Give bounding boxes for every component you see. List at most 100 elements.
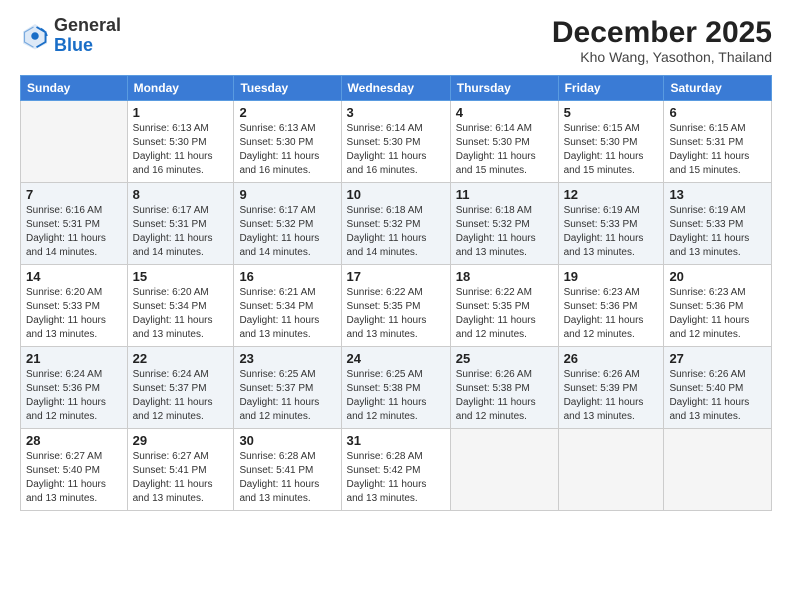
calendar-week-row: 14 Sunrise: 6:20 AMSunset: 5:33 PMDayligh… <box>21 265 772 347</box>
day-number: 29 <box>133 433 229 448</box>
day-info: Sunrise: 6:28 AMSunset: 5:42 PMDaylight:… <box>347 450 445 506</box>
day-number: 9 <box>239 187 335 202</box>
day-number: 23 <box>239 351 335 366</box>
calendar-day-cell: 21 Sunrise: 6:24 AMSunset: 5:36 PMDayligh… <box>21 347 128 429</box>
calendar-table: SundayMondayTuesdayWednesdayThursdayFrid… <box>20 75 772 511</box>
calendar-day-cell: 14 Sunrise: 6:20 AMSunset: 5:33 PMDayligh… <box>21 265 128 347</box>
day-number: 18 <box>456 269 553 284</box>
day-number: 26 <box>564 351 659 366</box>
day-number: 17 <box>347 269 445 284</box>
calendar-header-thursday: Thursday <box>450 76 558 101</box>
day-info: Sunrise: 6:18 AMSunset: 5:32 PMDaylight:… <box>347 204 445 260</box>
calendar-week-row: 1 Sunrise: 6:13 AMSunset: 5:30 PMDaylight… <box>21 101 772 183</box>
day-info: Sunrise: 6:17 AMSunset: 5:31 PMDaylight:… <box>133 204 229 260</box>
calendar-day-cell: 19 Sunrise: 6:23 AMSunset: 5:36 PMDayligh… <box>558 265 664 347</box>
day-info: Sunrise: 6:26 AMSunset: 5:39 PMDaylight:… <box>564 368 659 424</box>
calendar-week-row: 7 Sunrise: 6:16 AMSunset: 5:31 PMDaylight… <box>21 183 772 265</box>
calendar-day-cell: 6Sunrise: 6:15 AMSunset: 5:31 PMDaylight… <box>664 101 772 183</box>
day-number: 5 <box>564 105 659 120</box>
day-number: 8 <box>133 187 229 202</box>
day-number: 16 <box>239 269 335 284</box>
calendar-day-cell <box>664 429 772 511</box>
day-number: 27 <box>669 351 766 366</box>
day-number: 25 <box>456 351 553 366</box>
day-info: Sunrise: 6:16 AMSunset: 5:31 PMDaylight:… <box>26 204 122 260</box>
calendar-day-cell: 9 Sunrise: 6:17 AMSunset: 5:32 PMDaylight… <box>234 183 341 265</box>
calendar-day-cell: 13 Sunrise: 6:19 AMSunset: 5:33 PMDayligh… <box>664 183 772 265</box>
calendar-day-cell: 22 Sunrise: 6:24 AMSunset: 5:37 PMDayligh… <box>127 347 234 429</box>
day-info: Sunrise: 6:22 AMSunset: 5:35 PMDaylight:… <box>347 286 445 342</box>
day-number: 20 <box>669 269 766 284</box>
calendar-day-cell: 3Sunrise: 6:14 AMSunset: 5:30 PMDaylight… <box>341 101 450 183</box>
day-number: 28 <box>26 433 122 448</box>
day-number: 19 <box>564 269 659 284</box>
day-info: Sunrise: 6:13 AMSunset: 5:30 PMDaylight:… <box>133 122 229 178</box>
calendar-day-cell: 11 Sunrise: 6:18 AMSunset: 5:32 PMDayligh… <box>450 183 558 265</box>
logo: General Blue <box>20 16 121 56</box>
calendar-day-cell: 24Sunrise: 6:25 AMSunset: 5:38 PMDayligh… <box>341 347 450 429</box>
day-number: 7 <box>26 187 122 202</box>
calendar-day-cell <box>21 101 128 183</box>
logo-text: General Blue <box>54 16 121 56</box>
day-info: Sunrise: 6:20 AMSunset: 5:34 PMDaylight:… <box>133 286 229 342</box>
calendar-week-row: 21 Sunrise: 6:24 AMSunset: 5:36 PMDayligh… <box>21 347 772 429</box>
day-number: 10 <box>347 187 445 202</box>
day-info: Sunrise: 6:26 AMSunset: 5:38 PMDaylight:… <box>456 368 553 424</box>
calendar-day-cell: 28 Sunrise: 6:27 AMSunset: 5:40 PMDayligh… <box>21 429 128 511</box>
day-info: Sunrise: 6:25 AMSunset: 5:38 PMDaylight:… <box>347 368 445 424</box>
day-info: Sunrise: 6:19 AMSunset: 5:33 PMDaylight:… <box>669 204 766 260</box>
day-info: Sunrise: 6:27 AMSunset: 5:40 PMDaylight:… <box>26 450 122 506</box>
calendar-day-cell: 20 Sunrise: 6:23 AMSunset: 5:36 PMDayligh… <box>664 265 772 347</box>
day-number: 13 <box>669 187 766 202</box>
day-number: 21 <box>26 351 122 366</box>
day-info: Sunrise: 6:18 AMSunset: 5:32 PMDaylight:… <box>456 204 553 260</box>
logo-blue: Blue <box>54 35 93 55</box>
day-number: 2 <box>239 105 335 120</box>
calendar-week-row: 28 Sunrise: 6:27 AMSunset: 5:40 PMDayligh… <box>21 429 772 511</box>
day-info: Sunrise: 6:13 AMSunset: 5:30 PMDaylight:… <box>239 122 335 178</box>
month-year: December 2025 <box>552 16 772 49</box>
day-number: 14 <box>26 269 122 284</box>
day-number: 12 <box>564 187 659 202</box>
day-number: 3 <box>347 105 445 120</box>
title-block: December 2025 Kho Wang, Yasothon, Thaila… <box>552 16 772 65</box>
day-info: Sunrise: 6:24 AMSunset: 5:37 PMDaylight:… <box>133 368 229 424</box>
calendar-day-cell: 31 Sunrise: 6:28 AMSunset: 5:42 PMDayligh… <box>341 429 450 511</box>
calendar-day-cell: 10 Sunrise: 6:18 AMSunset: 5:32 PMDayligh… <box>341 183 450 265</box>
day-info: Sunrise: 6:24 AMSunset: 5:36 PMDaylight:… <box>26 368 122 424</box>
day-info: Sunrise: 6:23 AMSunset: 5:36 PMDaylight:… <box>564 286 659 342</box>
header: General Blue December 2025 Kho Wang, Yas… <box>20 16 772 65</box>
day-info: Sunrise: 6:22 AMSunset: 5:35 PMDaylight:… <box>456 286 553 342</box>
calendar-day-cell: 16 Sunrise: 6:21 AMSunset: 5:34 PMDayligh… <box>234 265 341 347</box>
calendar-day-cell <box>450 429 558 511</box>
logo-icon <box>20 21 50 51</box>
day-number: 1 <box>133 105 229 120</box>
day-number: 11 <box>456 187 553 202</box>
calendar-day-cell: 26 Sunrise: 6:26 AMSunset: 5:39 PMDayligh… <box>558 347 664 429</box>
day-info: Sunrise: 6:21 AMSunset: 5:34 PMDaylight:… <box>239 286 335 342</box>
calendar-header-sunday: Sunday <box>21 76 128 101</box>
calendar-day-cell: 29Sunrise: 6:27 AMSunset: 5:41 PMDayligh… <box>127 429 234 511</box>
page-container: General Blue December 2025 Kho Wang, Yas… <box>0 0 792 612</box>
day-number: 4 <box>456 105 553 120</box>
logo-general: General <box>54 15 121 35</box>
day-info: Sunrise: 6:23 AMSunset: 5:36 PMDaylight:… <box>669 286 766 342</box>
day-info: Sunrise: 6:20 AMSunset: 5:33 PMDaylight:… <box>26 286 122 342</box>
day-number: 31 <box>347 433 445 448</box>
day-number: 22 <box>133 351 229 366</box>
calendar-day-cell: 30 Sunrise: 6:28 AMSunset: 5:41 PMDayligh… <box>234 429 341 511</box>
day-info: Sunrise: 6:15 AMSunset: 5:31 PMDaylight:… <box>669 122 766 178</box>
day-info: Sunrise: 6:14 AMSunset: 5:30 PMDaylight:… <box>456 122 553 178</box>
day-info: Sunrise: 6:25 AMSunset: 5:37 PMDaylight:… <box>239 368 335 424</box>
day-info: Sunrise: 6:19 AMSunset: 5:33 PMDaylight:… <box>564 204 659 260</box>
day-info: Sunrise: 6:17 AMSunset: 5:32 PMDaylight:… <box>239 204 335 260</box>
calendar-day-cell: 1 Sunrise: 6:13 AMSunset: 5:30 PMDaylight… <box>127 101 234 183</box>
location: Kho Wang, Yasothon, Thailand <box>552 49 772 65</box>
calendar-header-tuesday: Tuesday <box>234 76 341 101</box>
calendar-day-cell: 2 Sunrise: 6:13 AMSunset: 5:30 PMDaylight… <box>234 101 341 183</box>
day-info: Sunrise: 6:28 AMSunset: 5:41 PMDaylight:… <box>239 450 335 506</box>
calendar-day-cell: 17 Sunrise: 6:22 AMSunset: 5:35 PMDayligh… <box>341 265 450 347</box>
day-number: 15 <box>133 269 229 284</box>
calendar-header-row: SundayMondayTuesdayWednesdayThursdayFrid… <box>21 76 772 101</box>
day-number: 30 <box>239 433 335 448</box>
